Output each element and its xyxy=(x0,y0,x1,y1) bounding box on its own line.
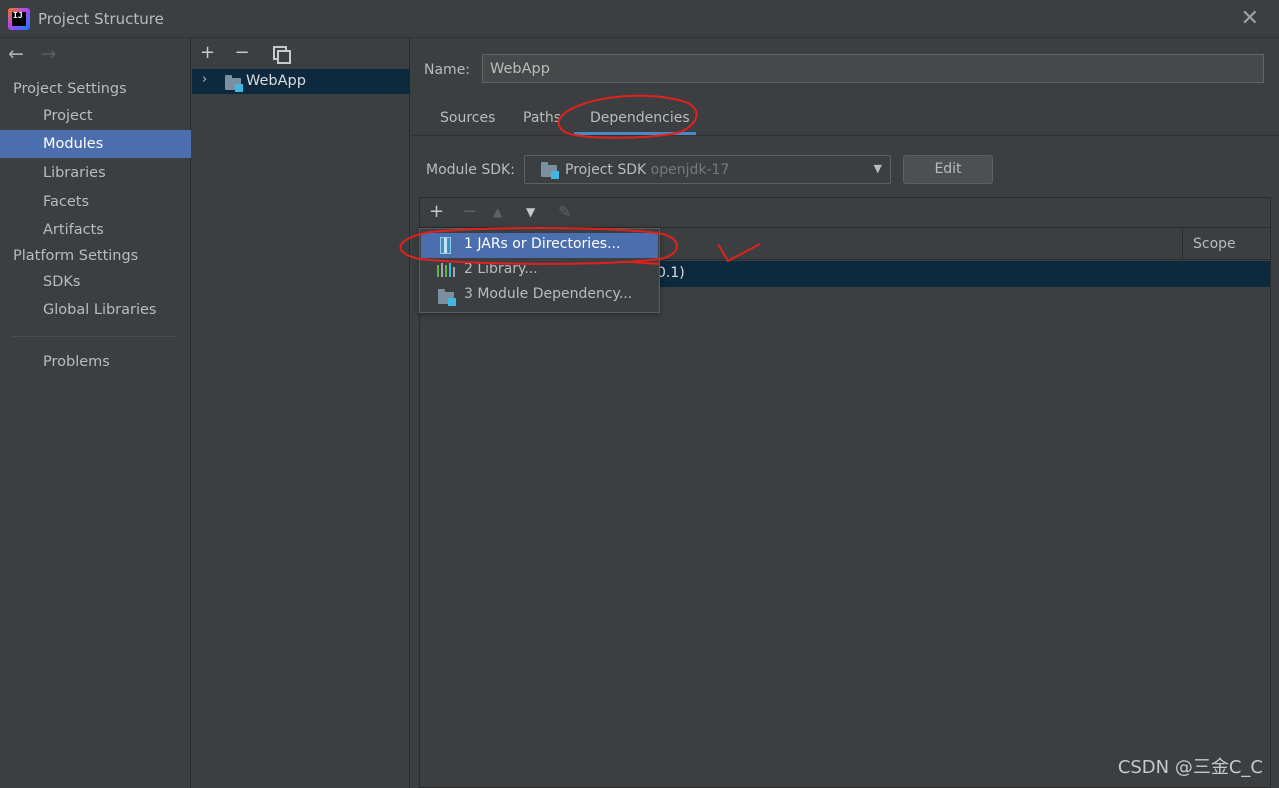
module-detail-panel: Name: Sources Paths Dependencies Module … xyxy=(411,38,1279,788)
scope-column-header[interactable]: Scope xyxy=(1182,229,1270,260)
sdk-folder-icon xyxy=(541,162,559,179)
sidebar-divider xyxy=(12,336,177,337)
module-name-label: WebApp xyxy=(246,73,306,89)
sidebar-item-global-libraries[interactable]: Global Libraries xyxy=(0,296,191,324)
app-icon-text: IJ xyxy=(13,11,23,20)
menu-item-label: 1 JARs or Directories... xyxy=(464,236,621,252)
edit-sdk-button[interactable]: Edit xyxy=(903,155,993,184)
sidebar-item-modules[interactable]: Modules xyxy=(0,130,191,158)
copy-icon[interactable] xyxy=(272,46,291,64)
module-sdk-dropdown[interactable]: Project SDK openjdk-17 ▼ xyxy=(524,155,891,184)
add-icon[interactable]: + xyxy=(200,42,230,63)
remove-icon[interactable]: − xyxy=(234,42,264,63)
active-tab-indicator xyxy=(574,132,696,135)
add-dependency-popup-menu: 1 JARs or Directories... 2 Library... 3 … xyxy=(419,228,660,313)
edit-pencil-icon[interactable]: ✎ xyxy=(558,202,571,221)
module-sdk-label: Module SDK: xyxy=(426,162,515,178)
forward-arrow-icon[interactable]: → xyxy=(40,43,68,65)
library-icon xyxy=(437,263,455,277)
remove-dependency-icon[interactable]: − xyxy=(462,201,477,222)
chevron-down-icon: ▼ xyxy=(873,162,882,175)
sidebar-item-libraries[interactable]: Libraries xyxy=(0,159,191,187)
module-tabs: Sources Paths Dependencies xyxy=(411,100,1279,136)
sidebar-item-sdks[interactable]: SDKs xyxy=(0,268,191,296)
nav-arrows: ← → xyxy=(8,43,68,67)
window-title: Project Structure xyxy=(38,10,164,28)
add-dependency-icon[interactable]: + xyxy=(429,201,444,222)
module-folder-icon xyxy=(225,75,243,92)
sidebar-item-project[interactable]: Project xyxy=(0,102,191,130)
tab-sources[interactable]: Sources xyxy=(440,110,495,126)
tab-paths[interactable]: Paths xyxy=(523,110,561,126)
title-bar: IJ Project Structure ✕ xyxy=(0,0,1279,38)
menu-item-library[interactable]: 2 Library... xyxy=(421,258,658,283)
menu-item-label: 2 Library... xyxy=(464,261,538,277)
close-icon[interactable]: ✕ xyxy=(1241,6,1259,31)
chevron-right-icon[interactable]: › xyxy=(202,72,207,87)
dependency-row-text: 0.1) xyxy=(657,265,685,281)
back-arrow-icon[interactable]: ← xyxy=(8,43,36,65)
sdk-detail: openjdk-17 xyxy=(650,162,730,178)
sidebar-item-artifacts[interactable]: Artifacts xyxy=(0,216,191,244)
sdk-selected-value: Project SDK openjdk-17 xyxy=(565,162,729,178)
platform-settings-header: Platform Settings xyxy=(13,248,139,264)
menu-item-jars-or-directories[interactable]: 1 JARs or Directories... xyxy=(421,233,658,258)
menu-item-module-dependency[interactable]: 3 Module Dependency... xyxy=(421,283,658,308)
move-up-icon[interactable]: ▲ xyxy=(493,205,502,219)
sidebar-item-problems[interactable]: Problems xyxy=(0,348,191,376)
module-name-input[interactable] xyxy=(482,54,1264,83)
sdk-value: Project SDK xyxy=(565,162,647,178)
csdn-watermark: CSDN @三金C_C xyxy=(1117,757,1263,778)
project-settings-header: Project Settings xyxy=(13,81,127,97)
tree-item-webapp[interactable]: › WebApp xyxy=(192,69,410,94)
move-down-icon[interactable]: ▼ xyxy=(526,205,535,219)
jar-icon xyxy=(440,237,451,254)
name-label: Name: xyxy=(424,62,471,78)
tab-dependencies[interactable]: Dependencies xyxy=(590,110,690,126)
menu-item-label: 3 Module Dependency... xyxy=(464,286,633,302)
module-folder-icon xyxy=(438,289,456,306)
module-tree-panel: + − › WebApp xyxy=(192,38,410,788)
tree-toolbar: + − xyxy=(200,42,291,66)
settings-sidebar: ← → Project Settings Project Modules Lib… xyxy=(0,38,191,788)
sidebar-item-facets[interactable]: Facets xyxy=(0,188,191,216)
dependencies-toolbar: + − ▲ ▼ ✎ xyxy=(420,198,1270,228)
